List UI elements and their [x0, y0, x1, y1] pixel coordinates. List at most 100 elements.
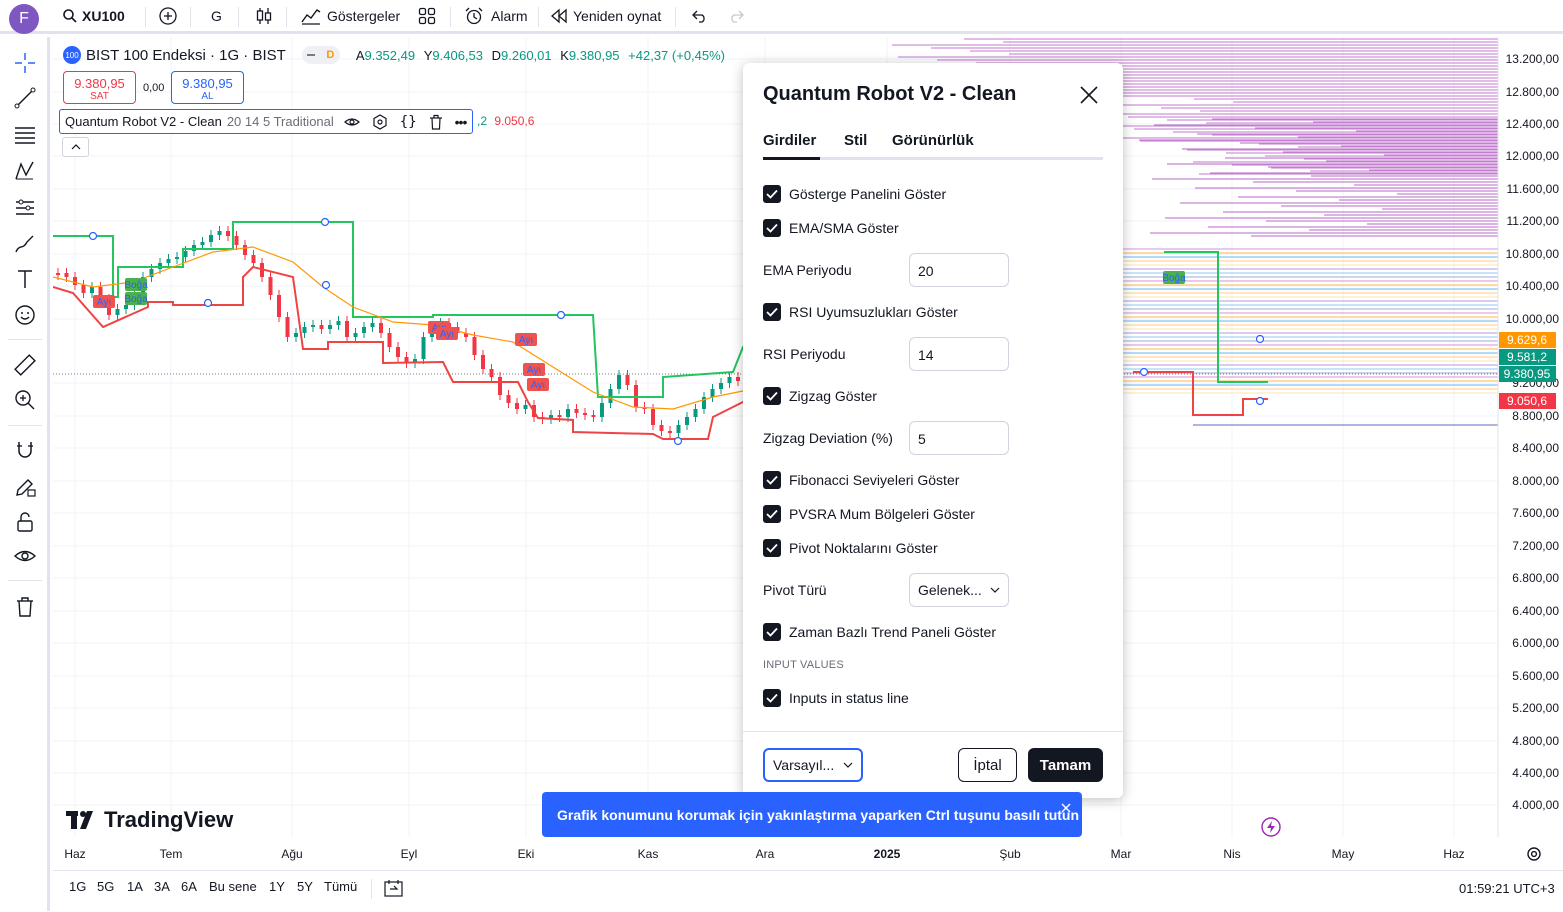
indicator-name: Quantum Robot V2 - Clean	[65, 114, 222, 129]
eye-icon[interactable]	[343, 114, 360, 130]
brush-tool-icon[interactable]	[11, 230, 39, 258]
redo-icon	[731, 10, 744, 23]
show-panel-checkbox[interactable]: Gösterge Panelini Göster	[763, 184, 946, 204]
projection-tool-icon[interactable]	[11, 194, 39, 222]
show-pvsra-label: PVSRA Mum Bölgeleri Göster	[789, 506, 975, 522]
range-button[interactable]: Bu sene	[209, 879, 257, 894]
market-status-badge[interactable]: D	[301, 46, 340, 64]
close-icon[interactable]	[1079, 85, 1099, 105]
ruler-tool-icon[interactable]	[11, 351, 39, 379]
show-zigzag-checkbox[interactable]: Zigzag Göster	[763, 386, 877, 406]
range-button[interactable]: 1A	[127, 879, 143, 894]
eye-icon[interactable]	[11, 542, 39, 570]
defaults-dropdown[interactable]: Varsayıl...	[763, 748, 863, 782]
layouts-button[interactable]	[418, 0, 436, 32]
checkbox-checked-icon	[763, 505, 781, 523]
price-axis-label: 8.400,00	[1512, 441, 1559, 455]
show-trend-panel-checkbox[interactable]: Zaman Bazlı Trend Paneli Göster	[763, 622, 996, 642]
time-axis-label: Ağu	[281, 847, 302, 861]
lock-icon[interactable]	[11, 508, 39, 536]
tab-visibility[interactable]: Görünürlük	[892, 132, 974, 149]
show-ema-checkbox[interactable]: EMA/SMA Göster	[763, 218, 899, 238]
compare-add-symbol-button[interactable]	[158, 0, 178, 32]
ema-period-input[interactable]: 20	[909, 253, 1009, 287]
user-avatar[interactable]: F	[9, 4, 39, 34]
replay-icon	[551, 8, 567, 24]
tab-style[interactable]: Stil	[844, 132, 867, 149]
fib-retracement-tool-icon[interactable]	[11, 121, 39, 149]
emoji-tool-icon[interactable]	[11, 301, 39, 329]
input-values-section-title: INPUT VALUES	[763, 659, 844, 671]
pivot-point-marker	[556, 310, 566, 320]
inputs-status-line-checkbox[interactable]: Inputs in status line	[763, 688, 909, 708]
indicator-legend-row[interactable]: Quantum Robot V2 - Clean 20 14 5 Traditi…	[59, 109, 474, 134]
zoom-in-icon[interactable]	[11, 386, 39, 414]
more-icon[interactable]: •••	[455, 114, 468, 130]
trend-line-tool-icon[interactable]	[11, 84, 39, 112]
range-button[interactable]: 6A	[181, 879, 197, 894]
range-button[interactable]: 3A	[154, 879, 170, 894]
text-tool-icon[interactable]	[11, 265, 39, 293]
lightning-icon[interactable]	[1261, 817, 1281, 837]
dialog-title: Quantum Robot V2 - Clean	[763, 83, 1017, 105]
close-icon[interactable]	[1061, 803, 1071, 813]
interval-button[interactable]: G	[211, 0, 222, 32]
alert-button[interactable]: Alarm	[464, 0, 528, 32]
signal-text: Boğa	[124, 280, 148, 291]
indicators-icon	[301, 9, 321, 25]
show-rsi-checkbox[interactable]: RSI Uyumsuzlukları Göster	[763, 302, 958, 322]
crosshair-tool-icon[interactable]	[11, 49, 39, 77]
lock-drawing-pencil-icon[interactable]	[11, 473, 39, 501]
pivot-point-marker	[321, 280, 331, 290]
settings-icon[interactable]	[372, 113, 388, 130]
show-trend-label: Zaman Bazlı Trend Paneli Göster	[789, 624, 996, 640]
price-axis-label: 10.000,00	[1506, 312, 1560, 326]
clock-timezone[interactable]: 01:59:21 UTC+3	[1459, 881, 1555, 896]
range-button[interactable]: Tümü	[324, 879, 357, 894]
time-axis-label: 2025	[874, 847, 901, 861]
zoom-hint-toast: Grafik konumunu korumak için yakınlaştır…	[542, 792, 1082, 837]
range-button[interactable]: 1G	[69, 879, 86, 894]
trash-icon[interactable]	[11, 593, 39, 621]
symbol-search-button[interactable]: XU100	[62, 0, 125, 32]
show-pivot-checkbox[interactable]: Pivot Noktalarını Göster	[763, 538, 938, 558]
symbol-legend[interactable]: 100 BIST 100 Endeksi · 1G · BIST D A9.35…	[63, 46, 725, 64]
rsi-period-label: RSI Periyodu	[763, 346, 846, 362]
checkbox-checked-icon	[763, 387, 781, 405]
price-axis-label: 13.200,00	[1506, 52, 1560, 66]
source-code-icon[interactable]: {}	[400, 114, 417, 130]
date-range-button[interactable]	[384, 879, 404, 902]
range-button[interactable]: 5G	[97, 879, 114, 894]
tradingview-watermark: TradingView	[66, 807, 233, 833]
pivot-type-label: Pivot Türü	[763, 582, 827, 598]
pivot-type-select[interactable]: Gelenek...	[909, 573, 1009, 607]
show-pvsra-checkbox[interactable]: PVSRA Mum Bölgeleri Göster	[763, 504, 975, 524]
bottom-toolbar: 1G 5G 1A 3A 6A Bu sene 1Y 5Y Tümü 01:59:21 UTC+3	[53, 870, 1563, 911]
rsi-period-input[interactable]: 14	[909, 337, 1009, 371]
tab-inputs[interactable]: Girdiler	[763, 132, 816, 149]
ok-button[interactable]: Tamam	[1028, 748, 1103, 782]
replay-button[interactable]: Yeniden oynat	[550, 0, 661, 32]
price-tag-label: 9.380,95	[1504, 367, 1551, 381]
price-axis-label: 5.600,00	[1512, 669, 1559, 683]
indicators-button[interactable]: Göstergeler	[300, 0, 400, 32]
magnet-icon[interactable]	[11, 436, 39, 464]
range-button[interactable]: 5Y	[297, 879, 313, 894]
zigzag-deviation-input[interactable]: 5	[909, 421, 1009, 455]
checkbox-checked-icon	[763, 471, 781, 489]
buy-button[interactable]: 9.380,95 AL	[171, 71, 244, 104]
redo-button[interactable]	[728, 0, 746, 32]
price-axis-label: 4.000,00	[1512, 798, 1559, 812]
settings-gear-icon[interactable]	[1525, 845, 1543, 863]
signal-text: Boğa	[124, 294, 148, 305]
cancel-button[interactable]: İptal	[958, 748, 1017, 782]
trash-icon[interactable]	[429, 114, 443, 130]
pattern-tool-icon[interactable]	[11, 157, 39, 185]
sell-button[interactable]: 9.380,95 SAT	[63, 71, 136, 104]
undo-button[interactable]	[690, 0, 708, 32]
collapse-legend-button[interactable]	[62, 137, 89, 157]
range-button[interactable]: 1Y	[269, 879, 285, 894]
index-badge: 100	[63, 46, 81, 64]
chart-type-button[interactable]	[254, 0, 274, 32]
show-fib-checkbox[interactable]: Fibonacci Seviyeleri Göster	[763, 470, 959, 490]
